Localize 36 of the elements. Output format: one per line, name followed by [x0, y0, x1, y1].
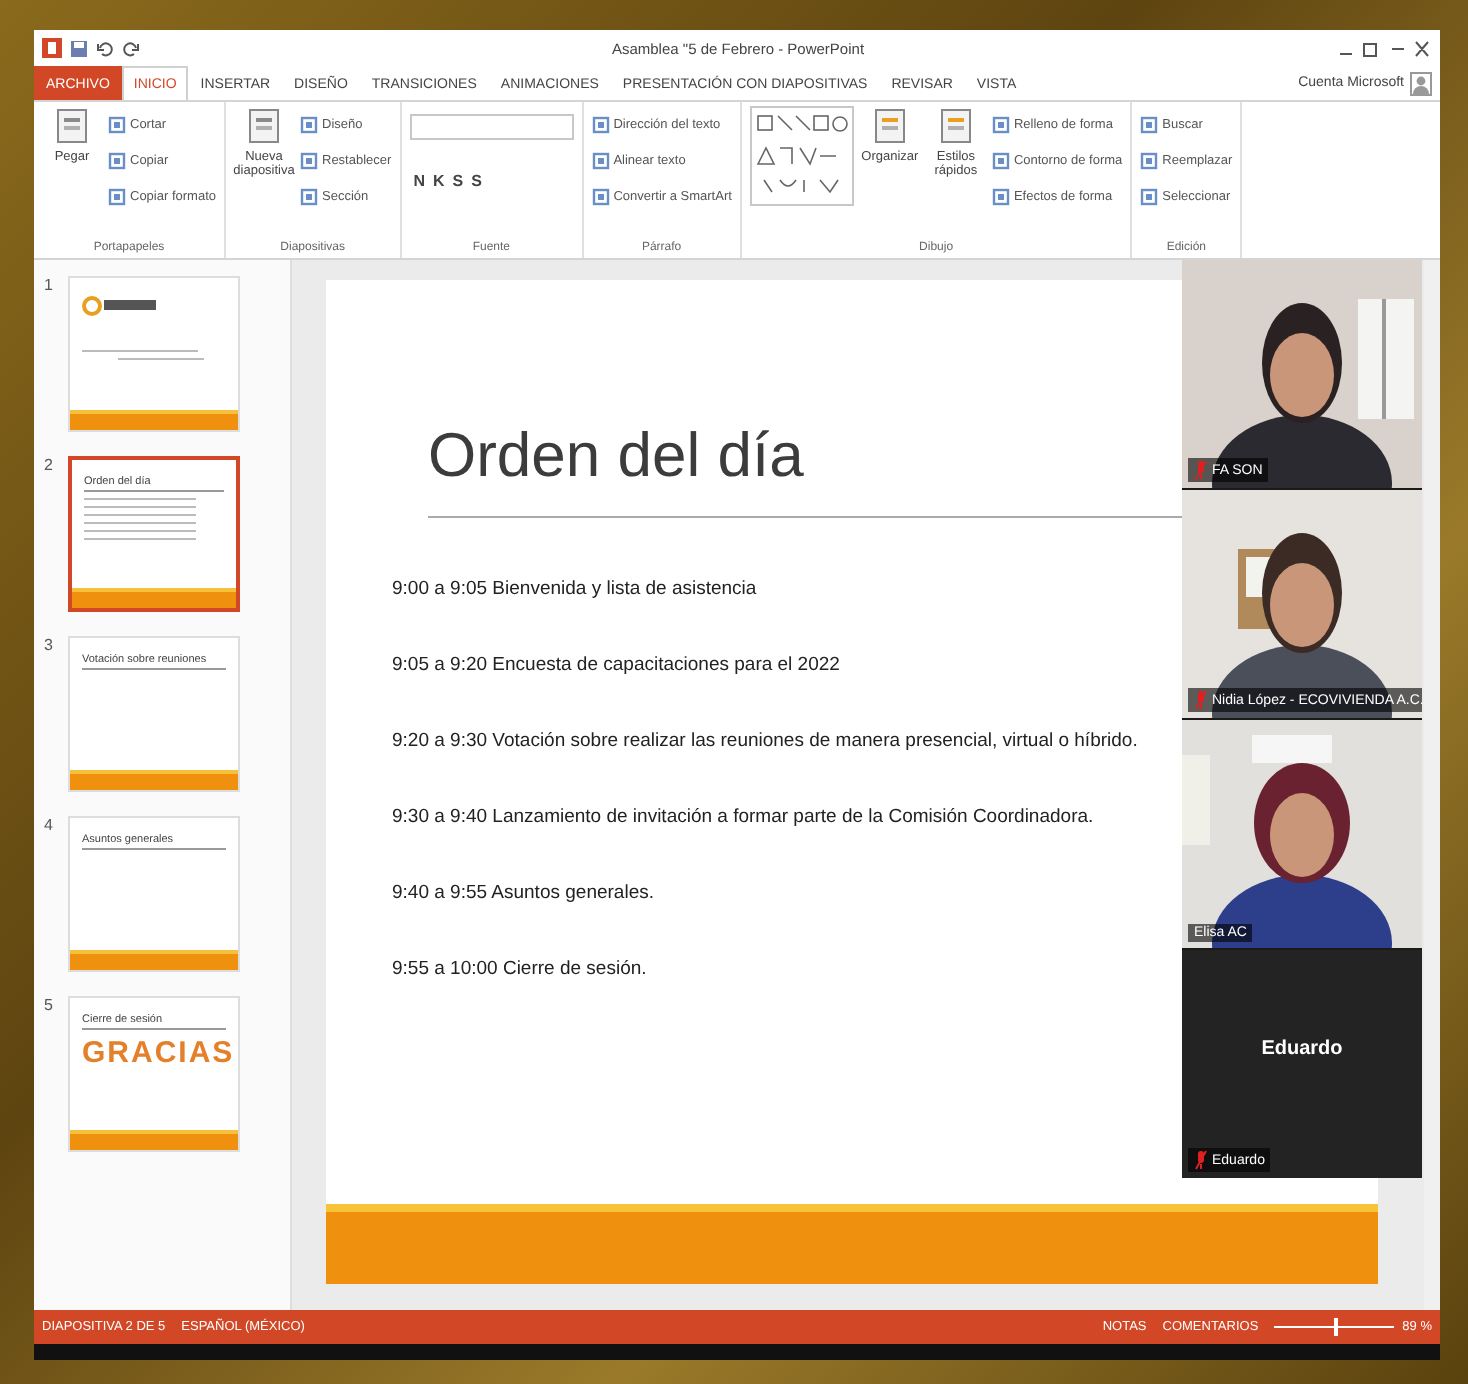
- agenda-item: 9:00 a 9:05 Bienvenida y lista de asistencia: [392, 578, 759, 600]
- agenda-item: 9:30 a 9:40 Lanzamiento de invitación a formar parte de la Comisión Coordinadora.: [392, 806, 1096, 828]
- redo-icon[interactable]: [122, 39, 140, 57]
- tool-icon: [871, 106, 908, 146]
- agenda-item: 9:05 a 9:20 Encuesta de capacitaciones para el 2022: [392, 654, 842, 676]
- banner-text: GRACIAS: [82, 1036, 226, 1070]
- slide-number: 5: [44, 996, 55, 1014]
- slide-thumbnail[interactable]: [68, 276, 240, 432]
- undo-icon[interactable]: [96, 39, 114, 57]
- window-controls-drawing[interactable]: [1336, 39, 1432, 57]
- slide-number: 1: [44, 276, 55, 294]
- slide-number: 3: [44, 636, 55, 654]
- tool-icon: [54, 106, 90, 146]
- agenda-item: 9:55 a 10:00 Cierre de sesión.: [392, 958, 649, 980]
- save-icon[interactable]: [70, 39, 88, 57]
- shapes-gallery[interactable]: [749, 106, 854, 206]
- format-button[interactable]: S: [448, 172, 468, 190]
- format-button[interactable]: K: [428, 172, 449, 190]
- logo-drawing: [82, 294, 162, 318]
- font-field[interactable]: [409, 114, 574, 140]
- participant-name: Eduardo: [1259, 1038, 1345, 1060]
- tool-icon: [246, 106, 282, 146]
- scrollbar[interactable]: [1424, 260, 1440, 1310]
- agenda-item: 9:40 a 9:55 Asuntos generales.: [392, 882, 656, 904]
- slide-number: 4: [44, 816, 55, 834]
- muted-mic-icon: [1194, 690, 1208, 710]
- slide-title: Orden del día: [428, 420, 804, 492]
- agenda-item: 9:20 a 9:30 Votación sobre realizar las reuniones de manera presencial, virtual o híbrido.: [392, 730, 1140, 752]
- muted-mic-icon: [1194, 460, 1208, 480]
- tool-icon: [937, 106, 974, 146]
- slide-number: 2: [44, 456, 55, 474]
- muted-mic-icon: [1194, 1150, 1208, 1170]
- format-button[interactable]: S: [467, 172, 486, 190]
- format-button[interactable]: N: [409, 172, 429, 190]
- app-logo-icon: [42, 38, 62, 58]
- user-icon[interactable]: [1410, 71, 1432, 95]
